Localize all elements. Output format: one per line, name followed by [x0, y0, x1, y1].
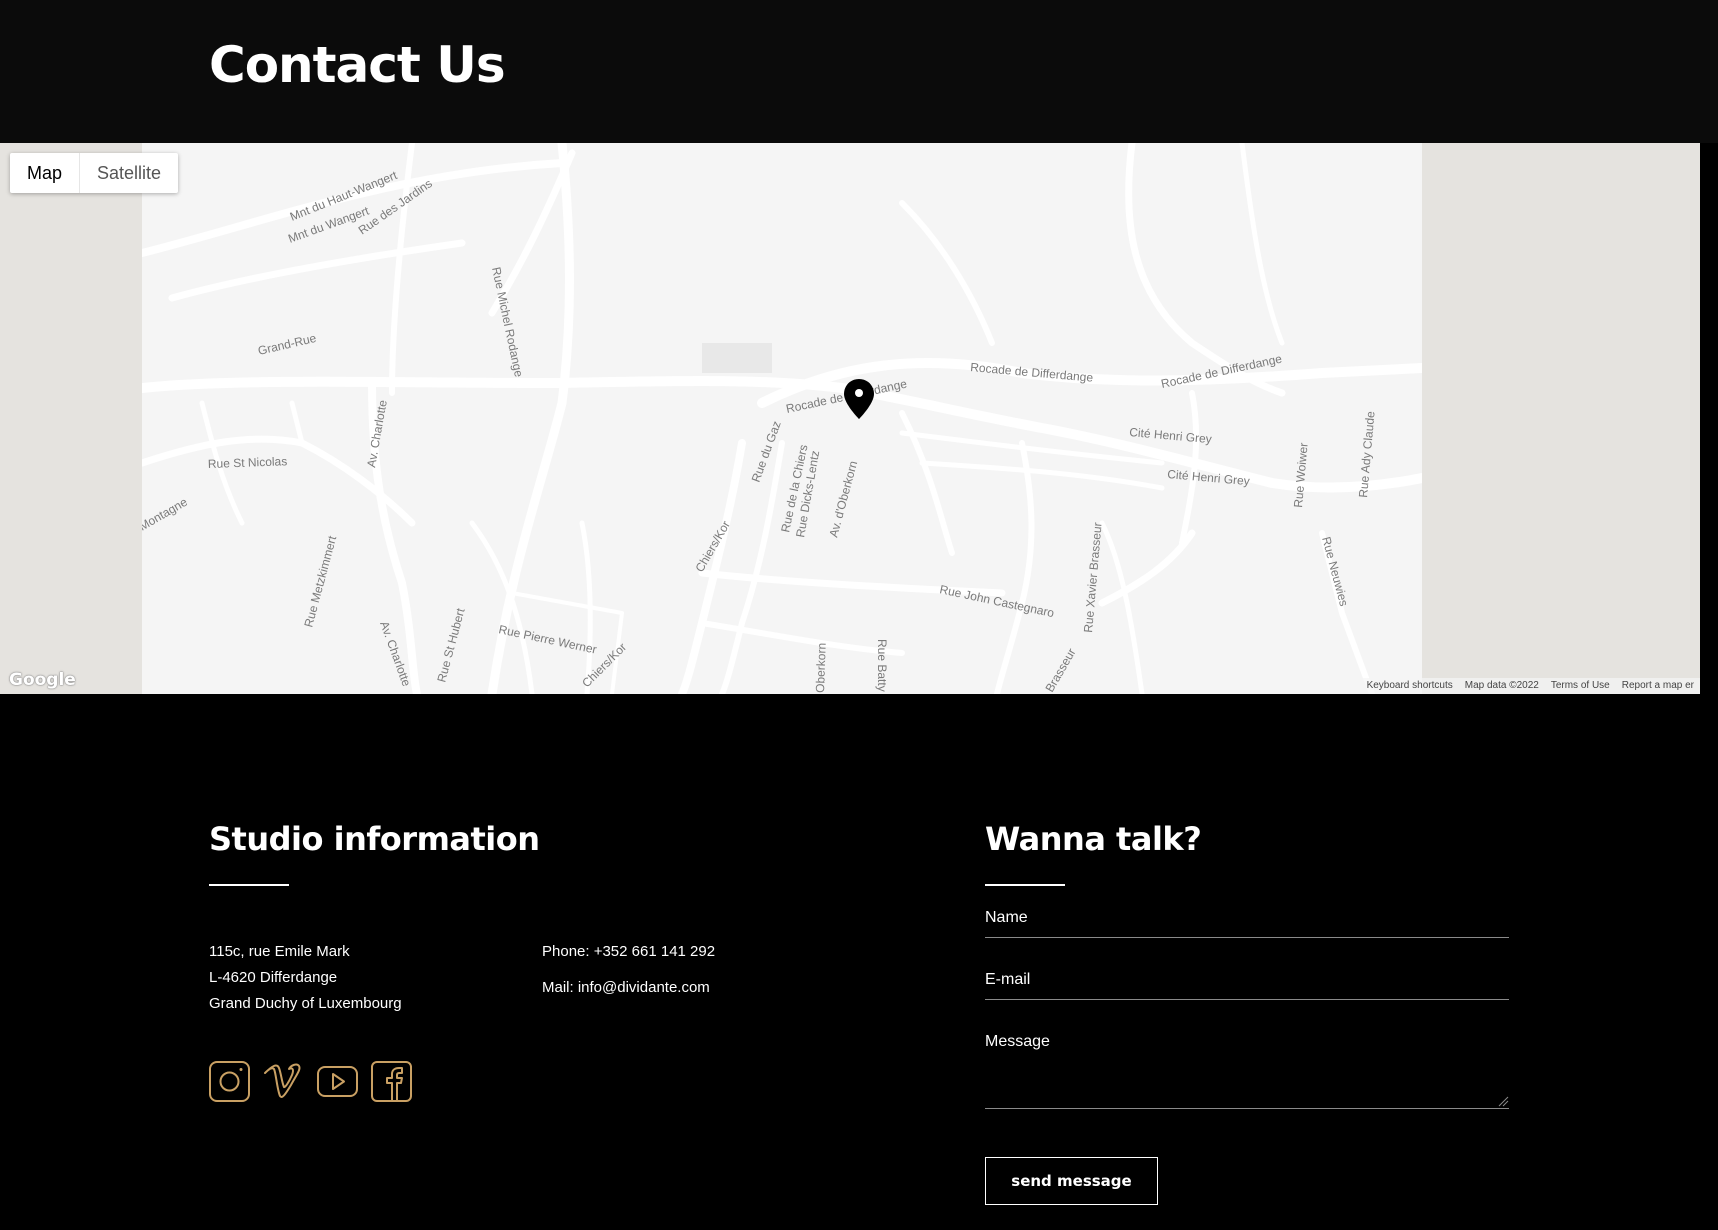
social-links	[209, 1061, 412, 1102]
svg-text:Rue Woiwer: Rue Woiwer	[1291, 442, 1311, 508]
report-map-error-link[interactable]: Report a map er	[1616, 678, 1700, 694]
svg-text:Rue Batty W: Rue Batty W	[875, 639, 889, 694]
map-data-text: Map data ©2022	[1464, 680, 1539, 691]
send-message-button[interactable]: send message	[985, 1157, 1158, 1205]
svg-text:Grand-Rue: Grand-Rue	[257, 331, 318, 358]
instagram-icon[interactable]	[209, 1061, 250, 1102]
svg-text:Rocade de Differdange: Rocade de Differdange	[970, 360, 1094, 385]
contact-form-title: Wanna talk?	[985, 820, 1202, 858]
map-type-map-button[interactable]: Map	[10, 153, 81, 193]
address-line-3: Grand Duchy of Luxembourg	[209, 995, 402, 1012]
keyboard-shortcuts-link[interactable]: Keyboard shortcuts	[1361, 678, 1459, 694]
page-header: Contact Us	[0, 0, 1718, 143]
address-line-1: 115c, rue Emile Mark	[209, 943, 350, 960]
name-input[interactable]	[985, 905, 1513, 935]
svg-text:Rue Metzkimmert: Rue Metzkimmert	[301, 534, 339, 629]
svg-text:Oberkorn: Oberkorn	[813, 643, 829, 693]
map-roads: Mnt du Haut-Wangert Mnt du Wangert Rue d…	[142, 143, 1422, 694]
email-field-line	[985, 999, 1509, 1000]
message-field-line	[985, 1108, 1509, 1109]
page-title: Contact Us	[209, 36, 506, 94]
svg-text:Rue Pierre Werner: Rue Pierre Werner	[497, 622, 598, 656]
facebook-icon[interactable]	[371, 1061, 412, 1102]
svg-text:Rue Xavier Brasseur: Rue Xavier Brasseur	[1081, 522, 1105, 634]
map-tiles[interactable]: Mnt du Haut-Wangert Mnt du Wangert Rue d…	[142, 143, 1422, 694]
message-textarea[interactable]	[985, 1029, 1513, 1113]
svg-text:Av. d'Oberkorn: Av. d'Oberkorn	[826, 459, 860, 539]
map-building	[702, 343, 772, 373]
svg-text:Montagne: Montagne	[142, 495, 190, 534]
map-embed[interactable]: Mnt du Haut-Wangert Mnt du Wangert Rue d…	[0, 143, 1700, 694]
svg-text:Cité Henri Grey: Cité Henri Grey	[1129, 425, 1213, 446]
address-line-2: L-4620 Differdange	[209, 969, 338, 986]
name-field-line	[985, 937, 1509, 938]
svg-text:Rue St Nicolas: Rue St Nicolas	[208, 454, 288, 471]
map-street-labels: Mnt du Haut-Wangert Mnt du Wangert Rue d…	[142, 168, 1378, 694]
map-type-satellite-button[interactable]: Satellite	[80, 153, 178, 193]
svg-text:Rue St Hubert: Rue St Hubert	[434, 606, 467, 684]
map-pin-icon[interactable]	[843, 378, 875, 420]
google-logo[interactable]: Google	[9, 670, 76, 690]
svg-text:Rue Neuwies: Rue Neuwies	[1319, 535, 1351, 608]
map-type-control: Map Satellite	[10, 153, 179, 193]
mail-text[interactable]: Mail: info@dividante.com	[542, 979, 710, 996]
studio-title-underline	[209, 884, 289, 886]
terms-of-use-link[interactable]: Terms of Use	[1545, 678, 1616, 694]
textarea-resize-handle[interactable]	[1498, 1096, 1509, 1107]
vimeo-icon[interactable]	[263, 1061, 304, 1102]
phone-text[interactable]: Phone: +352 661 141 292	[542, 943, 715, 960]
studio-info-title: Studio information	[209, 820, 540, 858]
svg-text:Av. Charlotte: Av. Charlotte	[364, 399, 390, 469]
svg-text:Rue John Castegnaro: Rue John Castegnaro	[938, 582, 1055, 620]
form-title-underline	[985, 884, 1065, 886]
svg-text:Brasseur: Brasseur	[1042, 646, 1078, 694]
map-attribution-bar: Keyboard shortcuts Map data ©2022 Terms …	[1360, 678, 1700, 694]
email-input[interactable]	[985, 967, 1513, 997]
youtube-icon[interactable]	[317, 1061, 358, 1102]
